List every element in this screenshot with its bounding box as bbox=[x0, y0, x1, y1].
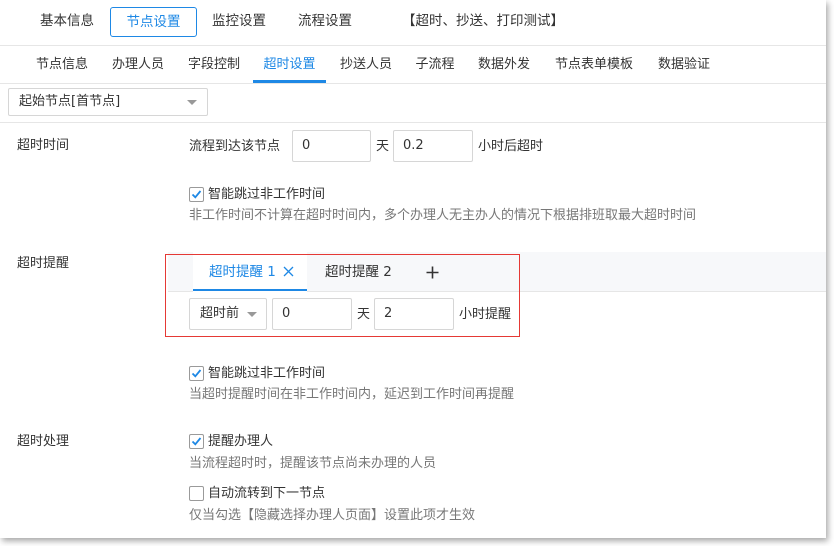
subtab-form-template[interactable]: 节点表单模板 bbox=[546, 54, 642, 76]
tab-node-settings[interactable]: 节点设置 bbox=[110, 7, 197, 37]
tab-basic-info[interactable]: 基本信息 bbox=[26, 7, 108, 37]
divider bbox=[0, 122, 826, 123]
workflow-settings-window: 基本信息 节点设置 监控设置 流程设置 【超时、抄送、打印测试】 节点信息 办理… bbox=[0, 0, 826, 538]
tab-monitor-settings[interactable]: 监控设置 bbox=[199, 7, 279, 37]
top-tab-bar: 基本信息 节点设置 监控设置 流程设置 【超时、抄送、打印测试】 bbox=[0, 0, 826, 46]
timeout-reminder-label: 超时提醒 bbox=[17, 256, 70, 271]
subtab-data-export[interactable]: 数据外发 bbox=[469, 54, 539, 76]
subtab-handlers[interactable]: 办理人员 bbox=[104, 54, 172, 76]
sub-tab-bar: 节点信息 办理人员 字段控制 超时设置 抄送人员 子流程 数据外发 节点表单模板… bbox=[0, 46, 826, 84]
skip-nonwork-checkbox-1[interactable] bbox=[189, 187, 204, 202]
timeout-handling-label: 超时处理 bbox=[17, 434, 70, 449]
subtab-field-control[interactable]: 字段控制 bbox=[180, 54, 248, 76]
highlight-box bbox=[165, 254, 520, 337]
chevron-down-icon bbox=[187, 100, 197, 105]
node-select[interactable]: 起始节点[首节点] bbox=[8, 88, 208, 116]
node-select-value: 起始节点[首节点] bbox=[19, 94, 121, 109]
timeout-reminder-hint: 当超时提醒时间在非工作时间内，延迟到工作时间再提醒 bbox=[189, 387, 515, 402]
active-subtab-underline bbox=[253, 80, 326, 83]
remind-handler-hint: 当流程超时时，提醒该节点尚未办理的人员 bbox=[189, 456, 437, 471]
subtab-timeout-settings[interactable]: 超时设置 bbox=[253, 54, 326, 76]
checkmark-icon bbox=[191, 190, 202, 199]
subtab-cc-users[interactable]: 抄送人员 bbox=[331, 54, 401, 76]
auto-forward-label: 自动流转到下一节点 bbox=[208, 486, 326, 501]
timeout-days-input[interactable]: 0 bbox=[292, 130, 371, 162]
skip-nonwork-label-1: 智能跳过非工作时间 bbox=[208, 187, 326, 202]
timeout-hours-suffix: 小时后超时 bbox=[478, 139, 544, 154]
timeout-days-unit: 天 bbox=[376, 139, 390, 154]
skip-nonwork-label-2: 智能跳过非工作时间 bbox=[208, 366, 326, 381]
timeout-time-label: 超时时间 bbox=[17, 138, 70, 153]
timeout-time-hint: 非工作时间不计算在超时时间内，多个办理人无主办人的情况下根据排班取最大超时时间 bbox=[189, 208, 697, 223]
auto-forward-checkbox[interactable] bbox=[189, 486, 204, 501]
subtab-node-info[interactable]: 节点信息 bbox=[26, 54, 98, 76]
timeout-hours-input[interactable]: 0.2 bbox=[393, 130, 473, 162]
subtab-subprocess[interactable]: 子流程 bbox=[408, 54, 462, 76]
checkmark-icon bbox=[191, 437, 202, 446]
subtab-data-validation[interactable]: 数据验证 bbox=[649, 54, 719, 76]
timeout-prefix-text: 流程到达该节点 bbox=[189, 139, 281, 154]
tab-process-settings[interactable]: 流程设置 bbox=[285, 7, 365, 37]
remind-handler-checkbox[interactable] bbox=[189, 434, 204, 449]
skip-nonwork-checkbox-2[interactable] bbox=[189, 366, 204, 381]
remind-handler-label: 提醒办理人 bbox=[208, 434, 274, 449]
workflow-title: 【超时、抄送、打印测试】 bbox=[402, 13, 564, 29]
checkmark-icon bbox=[191, 369, 202, 378]
auto-forward-hint: 仅当勾选【隐藏选择办理人页面】设置此项才生效 bbox=[189, 508, 476, 523]
